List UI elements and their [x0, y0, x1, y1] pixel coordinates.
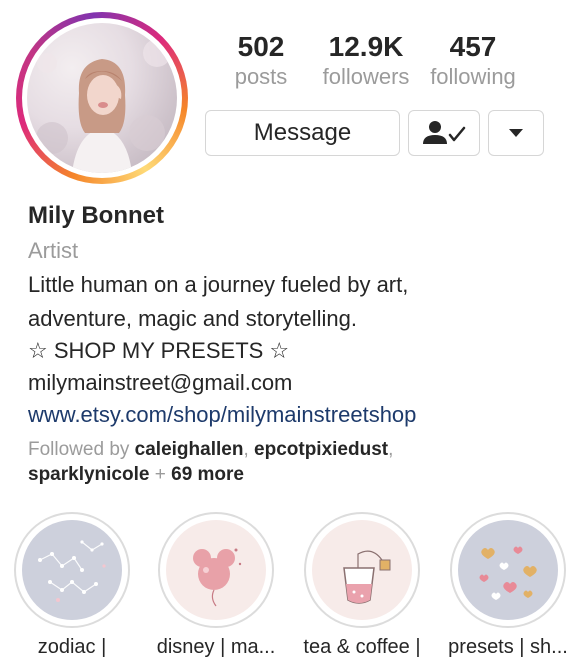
stat-following-label: following	[430, 64, 516, 89]
person-check-icon	[423, 121, 466, 144]
followed-by-prefix: Followed by	[28, 439, 130, 460]
highlight-label: zodiac |	[37, 636, 107, 658]
stat-followers-number: 12.9K	[328, 31, 404, 62]
highlight-label: tea & coffee |	[303, 636, 421, 658]
stat-posts-number: 502	[237, 31, 285, 62]
followed-by-plus: +	[154, 464, 166, 485]
bio-line: adventure, magic and storytelling.	[28, 306, 357, 331]
followed-by-more[interactable]: 69 more	[171, 464, 244, 485]
profile-avatar-ring[interactable]	[16, 12, 188, 184]
profile-stats: 502 posts 12.9K followers 457 following	[205, 30, 545, 90]
highlight-label: disney | ma...	[156, 636, 276, 658]
following-button[interactable]	[408, 110, 480, 156]
followed-by-user[interactable]: sparklynicole	[28, 464, 149, 485]
suggested-dropdown-button[interactable]	[488, 110, 544, 156]
profile-category: Artist	[28, 238, 79, 263]
message-button-label: Message	[253, 119, 352, 146]
highlight-label: presets | sh...	[448, 636, 568, 658]
stat-following-number: 457	[449, 31, 497, 62]
highlight-presets[interactable]: presets | sh...	[448, 512, 570, 658]
profile-name: Mily Bonnet	[28, 202, 164, 229]
highlight-ring	[158, 512, 274, 628]
stat-posts-label: posts	[234, 64, 288, 89]
constellation-icon	[22, 520, 122, 620]
avatar-gap	[22, 18, 182, 178]
followed-by-user[interactable]: caleighallen	[135, 439, 244, 460]
highlight-ring	[450, 512, 566, 628]
highlight-ring	[304, 512, 420, 628]
stat-followers-label: followers	[322, 64, 410, 89]
mickey-balloon-icon	[166, 520, 266, 620]
highlight-ring	[14, 512, 130, 628]
caret-down-icon	[509, 129, 523, 137]
highlight-zodiac[interactable]: zodiac |	[14, 512, 134, 658]
stat-posts[interactable]: 502 posts	[205, 30, 317, 90]
highlight-tea-coffee[interactable]: tea & coffee |	[303, 512, 424, 658]
profile-link[interactable]: www.etsy.com/shop/milymainstreetshop	[28, 402, 416, 428]
followed-by-line-2: sparklynicole + 69 more	[28, 464, 244, 486]
message-button[interactable]: Message	[205, 110, 400, 156]
highlight-disney[interactable]: disney | ma...	[157, 512, 278, 658]
avatar[interactable]	[27, 23, 177, 173]
stat-followers[interactable]: 12.9K followers	[317, 30, 415, 90]
stat-following[interactable]: 457 following	[415, 30, 531, 90]
bio-line: ☆ SHOP MY PRESETS ☆	[28, 338, 290, 363]
bio-email[interactable]: milymainstreet@gmail.com	[28, 370, 292, 396]
tea-cup-icon	[312, 520, 412, 620]
followed-by-user[interactable]: epcotpixiedust	[254, 439, 388, 460]
separator-comma: ,	[388, 439, 394, 460]
followed-by-line-1: Followed by caleighallen, epcotpixiedust…	[28, 439, 393, 461]
bio-line: Little human on a journey fueled by art,	[28, 272, 409, 297]
separator-comma: ,	[243, 439, 249, 460]
avatar-photo	[36, 39, 171, 173]
hearts-icon	[458, 520, 558, 620]
